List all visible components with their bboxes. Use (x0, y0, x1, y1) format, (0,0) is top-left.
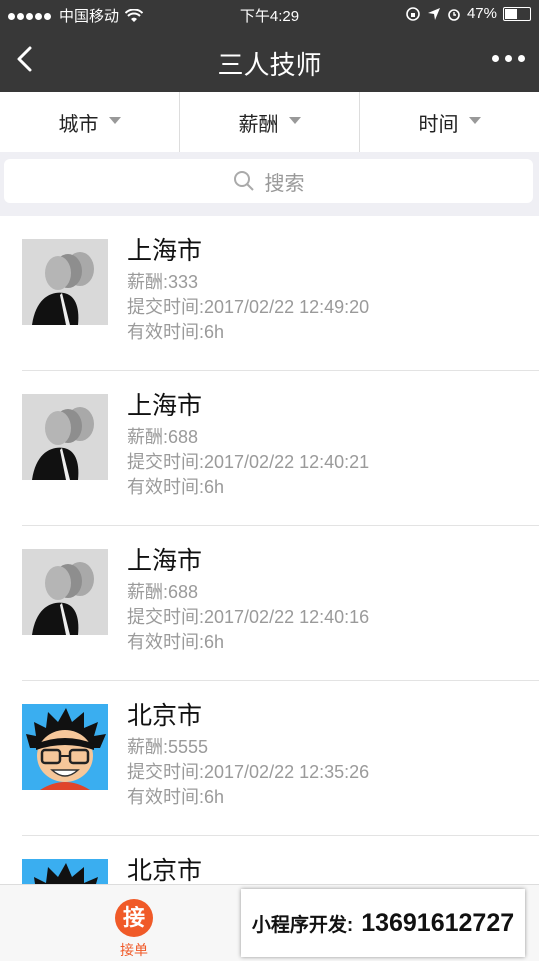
bw-portrait-icon (22, 239, 108, 325)
item-submitted: 提交时间:2017/02/22 12:40:16 (127, 607, 370, 627)
item-valid: 有效时间:6h (127, 787, 225, 807)
item-city: 上海市 (127, 237, 203, 265)
search-icon (233, 171, 254, 191)
bw-portrait-icon (22, 394, 108, 480)
job-list: 上海市 薪酬:333 提交时间:2017/02/22 12:49:20 有效时间… (0, 216, 539, 884)
search-area: 搜索 (0, 152, 539, 214)
search-placeholder: 搜索 (264, 172, 305, 195)
cartoon-boy-icon (22, 859, 108, 884)
item-salary: 薪酬:688 (127, 582, 199, 602)
cartoon-boy-icon (22, 704, 108, 790)
promo-label: 小程序开发: (251, 914, 354, 936)
caret-down-icon (468, 116, 481, 124)
page-title: 三人技师 (217, 50, 322, 80)
rotation-lock-icon (406, 6, 420, 21)
filter-time-label: 时间 (418, 113, 459, 136)
item-valid: 有效时间:6h (127, 477, 225, 497)
filter-bar: 城市 薪酬 时间 (0, 92, 539, 153)
filter-city-label: 城市 (58, 113, 99, 136)
bw-portrait-icon (22, 549, 108, 635)
filter-salary-label: 薪酬 (238, 113, 279, 136)
promo-phone: 13691612727 (361, 908, 515, 937)
item-submitted: 提交时间:2017/02/22 12:40:21 (127, 452, 370, 472)
item-city: 北京市 (127, 702, 203, 730)
item-salary: 薪酬:688 (127, 427, 199, 447)
list-item[interactable]: 上海市 薪酬:688 提交时间:2017/02/22 12:40:21 有效时间… (0, 371, 539, 526)
item-submitted: 提交时间:2017/02/22 12:35:26 (127, 762, 370, 782)
item-city: 上海市 (127, 392, 203, 420)
search-input[interactable]: 搜索 (4, 159, 533, 203)
promo-banner: 小程序开发: 13691612727 (241, 889, 525, 957)
filter-time[interactable]: 时间 (360, 92, 539, 152)
more-icon[interactable] (492, 55, 525, 62)
location-icon (427, 7, 440, 20)
filter-salary[interactable]: 薪酬 (180, 92, 360, 152)
item-valid: 有效时间:6h (127, 632, 225, 652)
caret-down-icon (108, 116, 121, 124)
battery-icon (503, 6, 531, 21)
item-valid: 有效时间:6h (127, 322, 225, 342)
list-item[interactable]: 北京市 薪酬:5555 提交时间:2017/02/22 12:35:26 有效时… (0, 681, 539, 836)
status-bar: 中国移动 下午4:29 47% (0, 0, 539, 28)
battery-percent: 47% (466, 5, 497, 22)
nav-bar: 三人技师 (0, 28, 539, 92)
item-city: 北京市 (127, 857, 203, 884)
item-submitted: 提交时间:2017/02/22 12:49:20 (127, 297, 370, 317)
item-salary: 薪酬:5555 (127, 737, 209, 757)
item-city: 上海市 (127, 547, 203, 575)
orders-tab-icon: 接 (115, 899, 153, 937)
item-salary: 薪酬:333 (127, 272, 199, 292)
tab-orders-label: 接单 (120, 942, 148, 958)
list-item[interactable]: 上海市 薪酬:688 提交时间:2017/02/22 12:40:16 有效时间… (0, 526, 539, 681)
caret-down-icon (288, 116, 301, 124)
list-item[interactable]: 北京市 (0, 836, 539, 884)
tab-orders[interactable]: 接 接单 (98, 899, 170, 960)
filter-city[interactable]: 城市 (0, 92, 180, 152)
alarm-icon (448, 8, 460, 21)
list-item[interactable]: 上海市 薪酬:333 提交时间:2017/02/22 12:49:20 有效时间… (0, 216, 539, 371)
